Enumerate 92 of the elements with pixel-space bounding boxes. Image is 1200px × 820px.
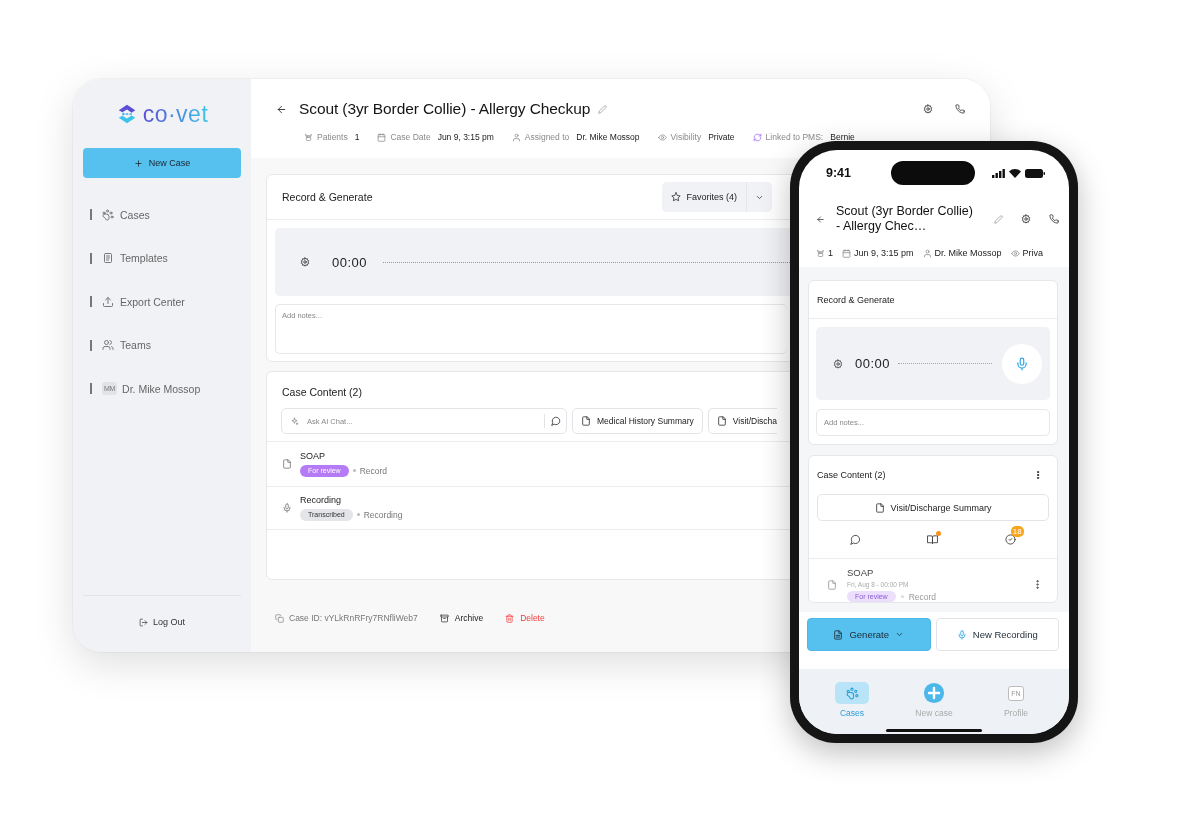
chat-bubble-icon[interactable]	[551, 416, 561, 426]
microphone-icon	[282, 502, 292, 513]
settings-icon[interactable]	[833, 358, 843, 369]
notepad-icon	[102, 252, 114, 265]
summary-button[interactable]: Visit/Discha	[707, 408, 778, 434]
sidebar-item[interactable]: Templates	[83, 236, 241, 280]
wifi-icon	[1009, 168, 1021, 178]
status-time: 9:41	[826, 166, 852, 180]
microphone-icon	[956, 629, 967, 640]
eye-icon	[1010, 248, 1020, 258]
file-icon	[282, 458, 292, 469]
meta-value: Private	[708, 132, 735, 142]
chat-bubble-icon[interactable]	[850, 534, 862, 545]
eye-icon	[657, 132, 667, 142]
meta-label: Patients	[317, 132, 348, 142]
meta-value: Dr. Mike Mossop	[576, 132, 640, 142]
back-arrow-icon[interactable]	[276, 103, 287, 115]
sidebar-item[interactable]: Cases	[83, 193, 241, 237]
star-icon	[671, 192, 682, 202]
plus-icon	[133, 158, 143, 168]
summary-button[interactable]: Medical History Summary	[572, 408, 703, 434]
battery-icon	[1025, 168, 1045, 178]
book-icon[interactable]	[927, 534, 939, 545]
item-source: Record	[359, 465, 388, 476]
meta-value: Priva	[1022, 248, 1044, 258]
dog-icon	[816, 248, 825, 258]
meta-value: Bernie	[830, 132, 855, 142]
meta-label: Linked to PMS:	[765, 132, 824, 142]
logout-button[interactable]: Log Out	[139, 617, 185, 627]
upload-icon	[102, 295, 114, 308]
meta-label: Case Date	[390, 132, 431, 142]
delete-button[interactable]: Delete	[505, 613, 545, 623]
meta-value: Jun 9, 3:15 pm	[437, 132, 494, 142]
sync-icon	[752, 132, 762, 142]
people-icon	[102, 339, 114, 352]
settings-icon[interactable]	[923, 104, 933, 114]
logout-icon	[139, 617, 148, 627]
new-case-button[interactable]: New Case	[83, 148, 241, 178]
card-title: Case Content (2)	[281, 385, 363, 400]
paw-icon	[102, 208, 114, 221]
person-icon	[511, 132, 521, 142]
document-icon	[833, 629, 844, 640]
card-title: Record & Generate	[817, 294, 895, 305]
archive-icon	[439, 613, 449, 623]
item-source: Record	[908, 591, 937, 602]
item-title: Recording	[300, 494, 343, 505]
case-id: Case ID: vYLkRnRFry7RNfliWeb7	[289, 613, 418, 623]
meta-value: 1	[354, 132, 360, 142]
meta-value: Jun 9, 3:15 pm	[854, 248, 914, 258]
trash-icon	[505, 613, 515, 623]
file-icon	[874, 502, 885, 513]
check-circle-icon[interactable]	[1004, 534, 1016, 545]
meta-value: 1	[828, 248, 833, 258]
chevron-down-icon	[895, 630, 905, 639]
meta-label: Assigned to	[524, 132, 570, 142]
paw-icon	[845, 686, 859, 700]
card-title: Record & Generate	[282, 191, 373, 203]
item-title: SOAP	[847, 567, 875, 578]
microphone-icon	[1015, 356, 1029, 371]
sidebar-item[interactable]: Export Center	[83, 280, 241, 324]
signal-icon	[992, 168, 1005, 178]
settings-icon[interactable]	[1021, 214, 1031, 224]
file-icon	[581, 416, 591, 426]
add-circle-icon	[923, 682, 945, 704]
calendar-icon	[377, 132, 387, 142]
archive-button[interactable]: Archive	[439, 613, 484, 623]
file-icon	[827, 579, 837, 590]
case-title: Scout (3yr Border Collie) - Allergy Checkup	[299, 100, 591, 118]
file-icon	[716, 416, 727, 426]
person-icon	[922, 248, 932, 258]
sidebar-item[interactable]: Teams	[83, 323, 241, 367]
dog-icon	[304, 132, 313, 142]
item-source: Recording	[363, 509, 403, 520]
phone-icon[interactable]	[1049, 214, 1059, 224]
new-recording-button[interactable]: New Recording	[935, 618, 1059, 651]
summary-button[interactable]: Visit/Discharge Summary	[817, 494, 1049, 521]
timer: 00:00	[332, 254, 368, 270]
card-title: Case Content (2)	[817, 470, 886, 480]
meta-value: Dr. Mike Mossop	[934, 248, 1002, 258]
sparkle-icon	[290, 416, 299, 426]
item-title: SOAP	[300, 450, 326, 461]
phone-icon[interactable]	[955, 104, 965, 114]
case-title: Scout (3yr Border Collie) - Allergy Chec…	[836, 203, 974, 235]
meta-label: Visibility	[670, 132, 702, 142]
generate-button[interactable]: Generate	[807, 618, 931, 651]
back-arrow-icon[interactable]	[816, 214, 825, 224]
calendar-icon	[842, 248, 851, 258]
settings-icon[interactable]	[300, 257, 310, 267]
separator-dot	[352, 469, 356, 473]
separator-dot	[356, 513, 360, 517]
timer: 00:00	[855, 356, 891, 371]
count-badge: 18	[1010, 526, 1024, 537]
